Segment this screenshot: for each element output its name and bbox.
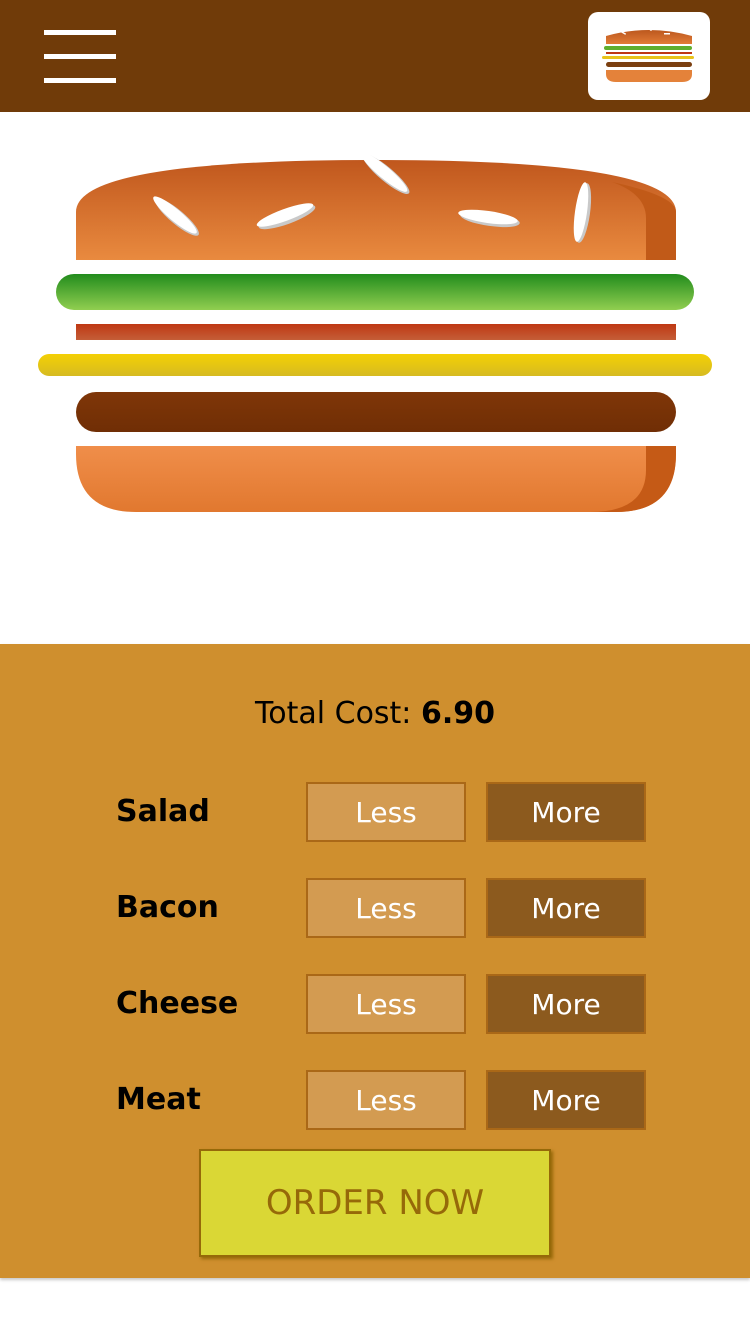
less-salad-button[interactable]: Less — [306, 782, 466, 842]
control-row-cheese: Cheese Less More — [0, 974, 750, 1034]
control-row-meat: Meat Less More — [0, 1070, 750, 1130]
control-label: Salad — [116, 794, 210, 829]
cheese-layer — [38, 354, 712, 376]
burger-logo-icon — [602, 26, 694, 82]
less-meat-button[interactable]: Less — [306, 1070, 466, 1130]
burger-preview — [0, 112, 750, 644]
meat-layer — [76, 392, 676, 432]
control-row-salad: Salad Less More — [0, 782, 750, 842]
build-controls: Total Cost: 6.90 Salad Less More Bacon L… — [0, 644, 750, 1278]
total-cost-value: 6.90 — [420, 696, 495, 731]
control-label: Bacon — [116, 890, 219, 925]
more-cheese-button[interactable]: More — [486, 974, 646, 1034]
control-label: Meat — [116, 1082, 201, 1117]
more-bacon-button[interactable]: More — [486, 878, 646, 938]
less-cheese-button[interactable]: Less — [306, 974, 466, 1034]
less-bacon-button[interactable]: Less — [306, 878, 466, 938]
toolbar — [0, 0, 750, 112]
total-cost: Total Cost: 6.90 — [0, 696, 750, 731]
hamburger-menu-icon[interactable] — [44, 30, 116, 84]
bread-top — [76, 152, 676, 260]
order-now-button[interactable]: ORDER NOW — [199, 1149, 551, 1257]
salad-layer — [56, 274, 694, 310]
logo — [588, 12, 710, 100]
more-meat-button[interactable]: More — [486, 1070, 646, 1130]
more-salad-button[interactable]: More — [486, 782, 646, 842]
bread-bottom — [76, 446, 676, 512]
control-row-bacon: Bacon Less More — [0, 878, 750, 938]
bacon-layer — [76, 324, 676, 340]
total-cost-label: Total Cost: — [255, 696, 421, 731]
control-label: Cheese — [116, 986, 239, 1021]
